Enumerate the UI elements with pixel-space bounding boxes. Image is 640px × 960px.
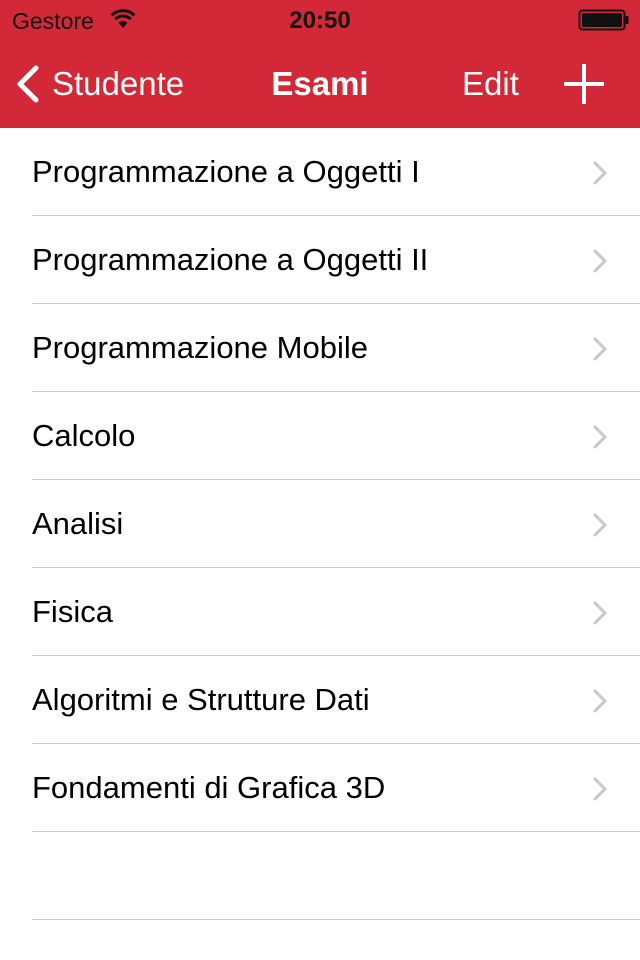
list-item-label: Programmazione Mobile bbox=[32, 330, 368, 365]
list-item[interactable]: Algoritmi e Strutture Dati bbox=[0, 656, 640, 744]
list-item[interactable]: Calcolo bbox=[0, 392, 640, 480]
list-item-label: Programmazione a Oggetti I bbox=[32, 154, 420, 189]
chevron-right-icon bbox=[593, 777, 607, 801]
chevron-right-icon bbox=[593, 337, 607, 361]
list-item-label: Fisica bbox=[32, 594, 113, 629]
chevron-right-icon bbox=[593, 601, 607, 625]
list-item-label: Fondamenti di Grafica 3D bbox=[32, 770, 386, 805]
list-item[interactable]: Analisi bbox=[0, 480, 640, 568]
list-item-label: Algoritmi e Strutture Dati bbox=[32, 682, 370, 717]
page-title: Esami bbox=[271, 65, 369, 102]
header: Gestore 20:50 Studente Esami Edit bbox=[0, 0, 640, 128]
list-item-label: Calcolo bbox=[32, 418, 136, 453]
list-item-label: Analisi bbox=[32, 506, 124, 541]
status-time: 20:50 bbox=[289, 7, 351, 34]
list-item-label: Programmazione a Oggetti II bbox=[32, 242, 429, 277]
battery-icon bbox=[578, 9, 629, 31]
exams-list: Programmazione a Oggetti I Programmazione… bbox=[0, 128, 640, 920]
exams-screen: Gestore 20:50 Studente Esami Edit Progra… bbox=[0, 0, 640, 960]
chevron-right-icon bbox=[593, 161, 607, 185]
back-button-label: Studente bbox=[52, 65, 185, 102]
list-item[interactable]: Fisica bbox=[0, 568, 640, 656]
list-item[interactable]: Fondamenti di Grafica 3D bbox=[0, 744, 640, 832]
chevron-right-icon bbox=[593, 425, 607, 449]
list-item[interactable]: Programmazione a Oggetti II bbox=[0, 216, 640, 304]
navigation-bar: Studente Esami Edit bbox=[0, 40, 640, 128]
plus-icon[interactable] bbox=[562, 62, 606, 106]
chevron-right-icon bbox=[593, 689, 607, 713]
chevron-left-icon bbox=[17, 65, 39, 103]
status-bar: Gestore 20:50 bbox=[0, 0, 640, 40]
edit-button[interactable]: Edit bbox=[462, 64, 519, 104]
chevron-right-icon bbox=[593, 513, 607, 537]
list-item[interactable]: Programmazione Mobile bbox=[0, 304, 640, 392]
back-button[interactable]: Studente bbox=[14, 62, 184, 106]
chevron-right-icon bbox=[593, 249, 607, 273]
list-item[interactable]: Programmazione a Oggetti I bbox=[0, 128, 640, 216]
empty-row bbox=[0, 832, 640, 920]
